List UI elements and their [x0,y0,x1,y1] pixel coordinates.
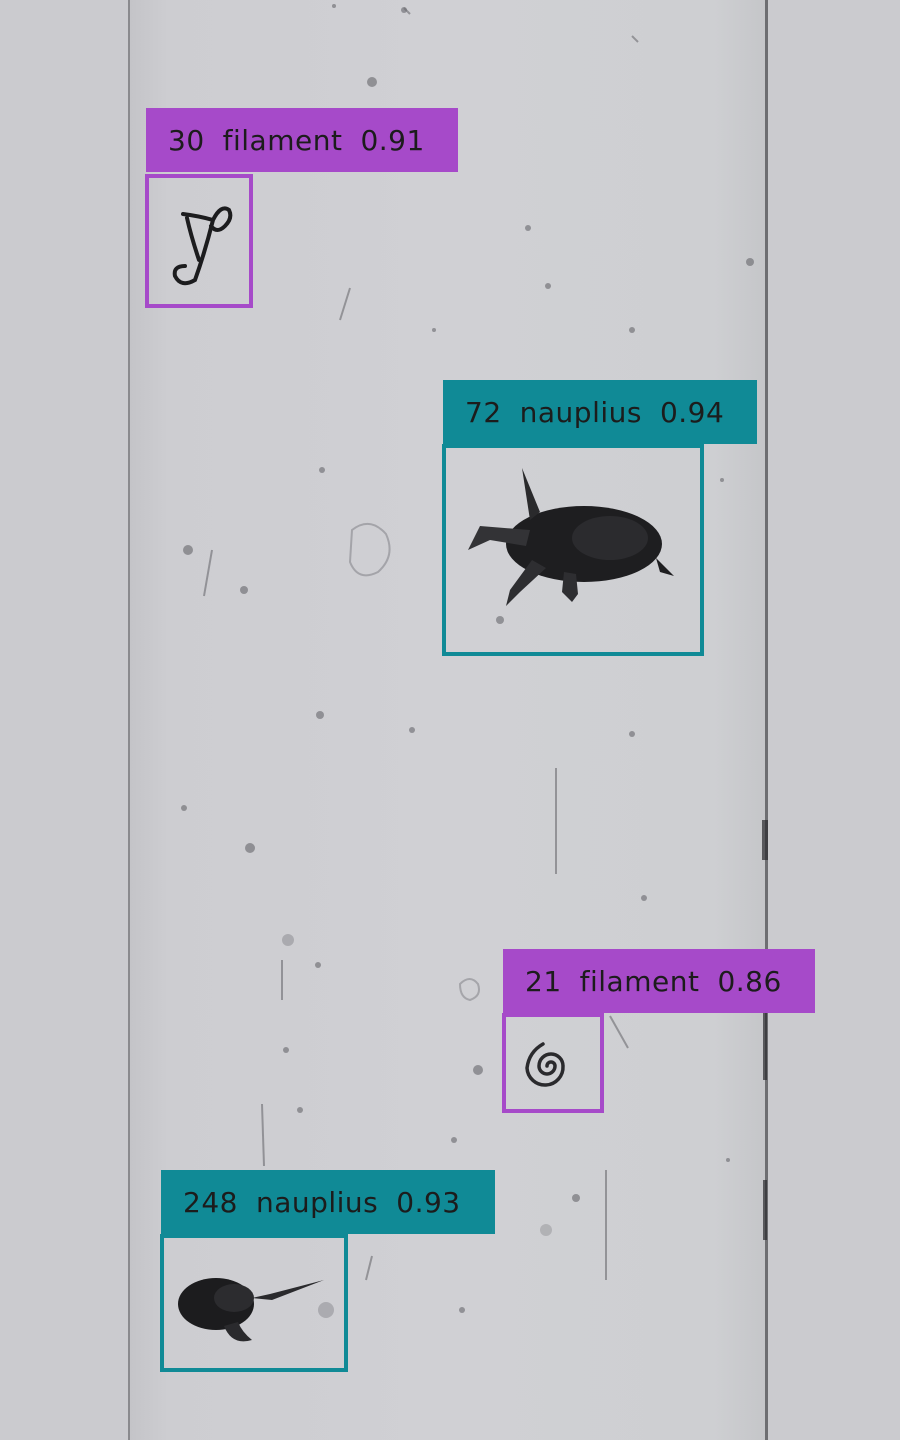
detection-class: nauplius [519,395,642,429]
nauplius-organism [178,1278,324,1342]
microscope-frame: 30 filament 0.91 72 nauplius 0.94 21 filament… [0,0,900,1440]
nauplius-organism [468,468,674,606]
filament-organism [172,206,233,286]
detection-label-nauplius: 248 nauplius 0.93 [161,1170,495,1234]
detection-score: 0.86 [717,964,782,998]
detection-score: 0.93 [396,1185,461,1219]
detection-score: 0.91 [360,123,425,157]
detection-score: 0.94 [659,395,725,429]
detection-class: nauplius [255,1185,379,1219]
detection-label-filament: 21 filament 0.86 [503,949,815,1013]
detection-id: 30 [168,123,205,157]
detection-id: 21 [525,964,562,998]
detection-label-nauplius: 72 nauplius 0.94 [443,380,757,444]
detection-class: filament [579,964,700,998]
detection-class: filament [222,123,343,157]
spiral-filament-organism [525,1042,565,1087]
detection-id: 248 [183,1185,238,1219]
detection-id: 72 [465,395,502,429]
detection-label-filament: 30 filament 0.91 [146,108,458,172]
